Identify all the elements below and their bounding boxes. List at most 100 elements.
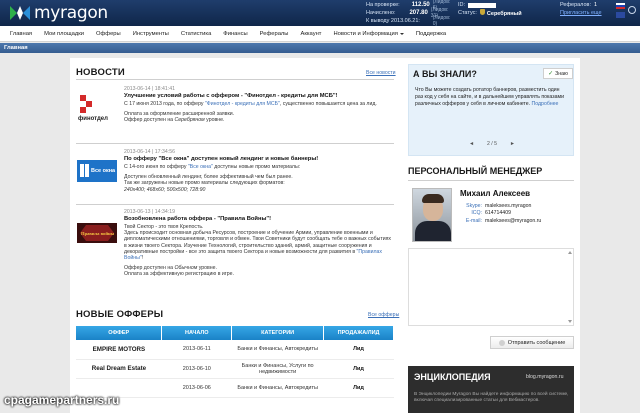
svg-text:Все окна: Все окна [91,168,116,174]
manager-name: Михаил Алексеев [460,189,531,198]
status-label: Статус: [458,10,477,16]
news-body: 2013-06-14 | 17:34:56 По офферу "Все окн… [124,149,394,193]
news-headline[interactable]: Возобновлена работа оффера - "Правила Во… [124,216,394,224]
offers-table: ОФФЕР НАЧАЛО КАТЕГОРИИ ПРОДАЖА/ЛИД EMPIR… [76,326,394,398]
did-you-know-title: А ВЫ ЗНАЛИ? [413,69,477,79]
manager-icq: ICQ: 614714409 [471,210,511,216]
offer-pay: Лид [323,359,394,379]
nav-item-tools[interactable]: Инструменты [127,31,175,37]
flag-en-icon[interactable] [616,12,625,18]
pravila-voiny-logo-icon: Правила войны [77,223,117,243]
offer-pay: Лид [323,340,394,360]
news-logo-finotdel[interactable]: финотдел [76,94,118,122]
main-nav: Главная Мои площадки Офферы Инструменты … [0,26,640,42]
nav-item-referrals[interactable]: Рефералы [254,31,295,37]
manager-email: E-mail: maleksees@myragon.ru [465,218,542,224]
nav-item-finance[interactable]: Финансы [217,31,253,37]
shield-icon [479,9,485,15]
nav-item-home[interactable]: Главная [4,31,38,37]
invite-link[interactable]: Пригласить еще [560,10,602,16]
referral-info: Рефералов: 1 Пригласить еще [560,1,640,25]
encyclopedia-link[interactable]: blog.myragon.ru [526,374,564,380]
balance-panel: На проверке: 112.50 (Лидов: 6) Начислено… [366,0,456,27]
news-body: 2013-06-14 | 18:41:41 Улучшение условий … [124,86,394,124]
offer-name[interactable]: Real Dream Estate [76,359,162,379]
message-textarea[interactable] [408,248,574,326]
offer-category: Банки и Финансы, Автокредиты [231,378,324,398]
table-row[interactable]: 2013-06-06 Банки и Финансы, Автокредиты … [76,378,394,398]
table-row[interactable]: EMPIRE MOTORS 2013-06-11 Банки и Финансы… [76,340,394,360]
news-date: 2013-06-14 | 17:34:56 [124,149,175,155]
top-header: myragon На проверке: 112.50 (Лидов: 6) Н… [0,0,640,27]
know-button[interactable]: ✓ Знаю [543,68,573,79]
manager-avatar [412,188,452,242]
myragon-logo-icon [10,6,30,20]
finotdel-logo-icon: финотдел [78,95,108,122]
vse-okna-logo-icon: Все окна [77,160,117,182]
logout-icon[interactable] [628,6,636,14]
col-offer[interactable]: ОФФЕР [76,326,163,340]
balance-row-withdraw: К выводу 2013.06.21: (Лидов: 0) [366,15,451,27]
offers-title: НОВЫЕ ОФФЕРЫ [76,309,164,320]
news-logo-pravila-voiny[interactable]: Правила войны [76,219,118,247]
logo-text: myragon [34,3,108,23]
encyclopedia-panel: ЭНЦИКЛОПЕДИЯ blog.myragon.ru В Энциклопе… [408,366,574,413]
referrals-count: 1 [593,2,598,8]
pager-text: 2 / 5 [486,141,498,147]
col-pay[interactable]: ПРОДАЖА/ЛИД [323,326,394,340]
all-offers-link[interactable]: Все офферы [368,312,399,318]
news-logo-vse-okna[interactable]: Все окна [76,157,118,185]
nav-item-support[interactable]: Поддержка [410,31,452,37]
watermark: cpagamepartners.ru [4,393,120,407]
all-news-link[interactable]: Все новости [366,70,396,76]
table-header-row: ОФФЕР НАЧАЛО КАТЕГОРИИ ПРОДАЖА/ЛИД [76,326,394,340]
scroll-up-icon[interactable] [568,251,572,254]
message-icon [498,339,505,346]
offer-category: Банки и Финансы, Услуги по недвижимости [231,359,324,379]
news-body: 2013-06-13 | 14:34:19 Возобновлена работ… [124,209,394,278]
news-title: НОВОСТИ [76,67,125,78]
status-badge: Серебряный [479,9,522,17]
id-label: ID: [458,2,466,8]
arrow-right-icon[interactable]: ► [510,141,515,149]
col-category[interactable]: КАТЕГОРИИ [231,326,325,340]
offer-start: 2013-06-10 [161,359,232,379]
offer-name[interactable]: EMPIRE MOTORS [76,340,162,360]
news-divider [76,79,394,80]
breadcrumb: Главная [0,43,640,53]
more-link[interactable]: Подробнее [532,101,559,107]
news-headline[interactable]: Улучшение условий работы с оффером - "Фи… [124,93,394,101]
checkmark-icon: ✓ [548,71,554,77]
encyclopedia-text: В Энциклопедии Myragon Вы найдете информ… [414,392,569,403]
nav-item-account[interactable]: Аккаунт [294,31,327,37]
nav-item-sites[interactable]: Мои площадки [38,31,90,37]
flag-ru-icon[interactable] [616,3,625,9]
news-headline[interactable]: По офферу "Все окна" доступен новый ленд… [124,156,394,164]
news-item: финотдел 2013-06-14 | 18:41:41 Улучшение… [76,86,394,148]
did-you-know-pager: ◄ 2 / 5 ► [469,141,515,149]
svg-text:Правила войны: Правила войны [81,231,115,236]
col-start[interactable]: НАЧАЛО [161,326,233,340]
logo[interactable]: myragon [10,3,108,23]
arrow-left-icon[interactable]: ◄ [469,141,474,149]
offer-category: Банки и Финансы, Автокредиты [231,340,324,360]
did-you-know-text: Что Вы можете создать ротатор баннеров, … [415,87,564,107]
nav-item-news[interactable]: Новости и Информация [327,31,409,37]
news-item: Все окна 2013-06-14 | 17:34:56 По офферу… [76,149,394,205]
chevron-down-icon [399,32,404,35]
table-row[interactable]: Real Dream Estate 2013-06-10 Банки и Фин… [76,359,394,379]
send-message-button[interactable]: Отправить сообщение [490,336,574,349]
nav-item-offers[interactable]: Офферы [90,31,127,37]
news-date: 2013-06-14 | 18:41:41 [124,86,175,92]
nav-item-stats[interactable]: Статистика [175,31,217,37]
svg-text:финотдел: финотдел [78,115,108,122]
breadcrumb-item[interactable]: Главная [4,45,28,51]
news-item: Правила войны 2013-06-13 | 14:34:19 Возо… [76,209,394,289]
offer-pay: Лид [323,378,394,398]
did-you-know-panel: А ВЫ ЗНАЛИ? ✓ Знаю Что Вы можете создать … [408,64,574,156]
scroll-down-icon[interactable] [568,320,572,323]
news-text: С 17 июня 2013 года, по офферу "Финотдел… [124,101,377,107]
offer-start: 2013-06-06 [161,378,232,398]
account-info: ID: Статус: Серебряный [458,1,526,25]
id-value-redacted [468,2,497,8]
